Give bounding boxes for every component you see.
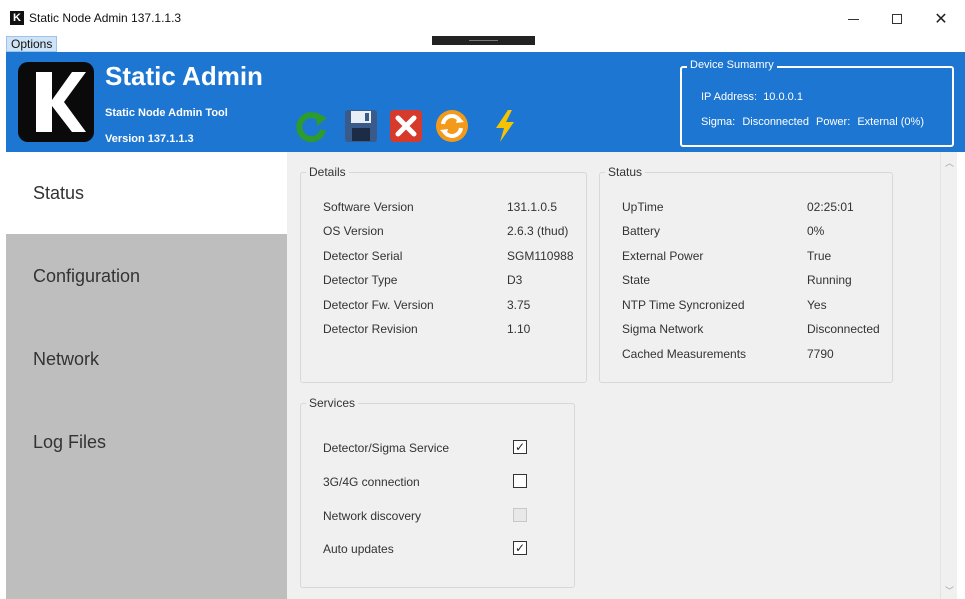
summary-sigma-power: Sigma: Disconnected Power: External (0%) <box>701 116 928 128</box>
summary-ip: IP Address: 10.0.0.1 <box>701 91 803 103</box>
status-label: Sigma Network <box>622 322 704 336</box>
status-label: State <box>622 273 651 287</box>
detail-value: 1.10 <box>507 322 531 336</box>
status-value: Disconnected <box>807 322 880 336</box>
refresh-icon <box>296 112 327 143</box>
detail-value: SGM110988 <box>507 249 574 263</box>
details-group: Details Software Version 131.1.0.5 OS Ve… <box>300 165 587 383</box>
status-title: Status <box>605 165 646 179</box>
status-group: Status UpTime 02:25:01 Battery 0% Extern… <box>599 165 893 383</box>
logo-k-icon <box>36 72 86 132</box>
detail-value: 131.1.0.5 <box>507 200 558 214</box>
minimize-icon <box>847 18 859 20</box>
device-summary: Device Sumamry IP Address: 10.0.0.1 Sigm… <box>680 59 954 147</box>
detail-value: D3 <box>507 273 523 287</box>
sync-button[interactable] <box>434 108 470 144</box>
sigma-value: Disconnected <box>742 116 809 128</box>
detail-value: 3.75 <box>507 298 531 312</box>
detail-value: 2.6.3 (thud) <box>507 224 569 238</box>
service-label: 3G/4G connection <box>323 475 420 489</box>
network-discovery-checkbox <box>513 508 527 522</box>
app-name: Static Admin <box>105 61 263 91</box>
close-button[interactable]: ✕ <box>921 6 961 32</box>
sync-icon <box>436 110 468 142</box>
detail-label: Detector Serial <box>323 249 403 263</box>
close-icon: ✕ <box>934 9 948 28</box>
device-summary-title: Device Sumamry <box>687 59 777 71</box>
power-value: External (0%) <box>857 116 924 128</box>
maximize-button[interactable] <box>877 6 917 32</box>
sidebar-item-status[interactable]: Status <box>6 152 287 234</box>
scroll-down-icon[interactable]: ﹀ <box>945 584 954 597</box>
detail-label: OS Version <box>323 224 384 238</box>
auto-updates-checkbox[interactable]: ✓ <box>513 541 527 555</box>
service-label: Network discovery <box>323 509 422 523</box>
detail-label: Detector Revision <box>323 322 418 336</box>
status-label: Cached Measurements <box>622 347 747 361</box>
title-bar: K Static Node Admin 137.1.1.3 ✕ <box>0 0 965 36</box>
sidebar-item-log-files[interactable]: Log Files <box>6 401 287 483</box>
detail-label: Software Version <box>323 200 414 214</box>
details-title: Details <box>306 165 349 179</box>
drag-handle[interactable] <box>432 36 535 45</box>
status-label: UpTime <box>622 200 664 214</box>
ip-value: 10.0.0.1 <box>763 91 803 103</box>
vertical-scrollbar[interactable]: ︿ ﹀ <box>940 152 957 599</box>
status-value: Yes <box>807 298 827 312</box>
main-content: Details Software Version 131.1.0.5 OS Ve… <box>287 152 940 599</box>
app-version: Version 137.1.1.3 <box>105 133 194 145</box>
status-value: 0% <box>807 224 825 238</box>
save-button[interactable] <box>343 108 379 144</box>
menu-options[interactable]: Options <box>6 36 58 52</box>
app-icon: K <box>10 11 24 25</box>
app-header: Static Admin Static Node Admin Tool Vers… <box>6 52 965 152</box>
maximize-icon <box>892 14 902 24</box>
drag-grip <box>469 40 498 41</box>
status-value: Running <box>807 273 852 287</box>
sidebar: Status Configuration Network Log Files <box>6 152 287 599</box>
detail-label: Detector Type <box>323 273 398 287</box>
save-icon <box>345 110 377 142</box>
status-value: 02:25:01 <box>807 200 854 214</box>
service-label: Auto updates <box>323 542 394 556</box>
logo <box>18 62 94 142</box>
minimize-button[interactable] <box>833 6 873 32</box>
app-subtitle: Static Node Admin Tool <box>105 107 228 119</box>
detail-label: Detector Fw. Version <box>323 298 434 312</box>
status-value: 7790 <box>807 347 834 361</box>
status-label: NTP Time Syncronized <box>622 298 745 312</box>
lightning-icon <box>496 110 514 142</box>
power-button[interactable] <box>488 108 524 144</box>
window-title: Static Node Admin 137.1.1.3 <box>29 11 182 25</box>
sidebar-item-network[interactable]: Network <box>6 318 287 400</box>
status-label: Battery <box>622 224 661 238</box>
status-label: External Power <box>622 249 704 263</box>
refresh-button[interactable] <box>293 108 329 144</box>
services-group: Services Detector/Sigma Service ✓ 3G/4G … <box>300 396 575 588</box>
sidebar-item-configuration[interactable]: Configuration <box>6 235 287 317</box>
services-title: Services <box>306 396 359 410</box>
cancel-icon <box>390 110 422 142</box>
detector-sigma-checkbox[interactable]: ✓ <box>513 440 527 454</box>
sigma-label: Sigma: <box>701 116 736 128</box>
status-value: True <box>807 249 832 263</box>
service-label: Detector/Sigma Service <box>323 441 450 455</box>
power-label: Power: <box>816 116 851 128</box>
scroll-up-icon[interactable]: ︿ <box>945 156 954 169</box>
cancel-button[interactable] <box>388 108 424 144</box>
ip-label: IP Address: <box>701 91 758 103</box>
3g4g-checkbox[interactable] <box>513 474 527 488</box>
